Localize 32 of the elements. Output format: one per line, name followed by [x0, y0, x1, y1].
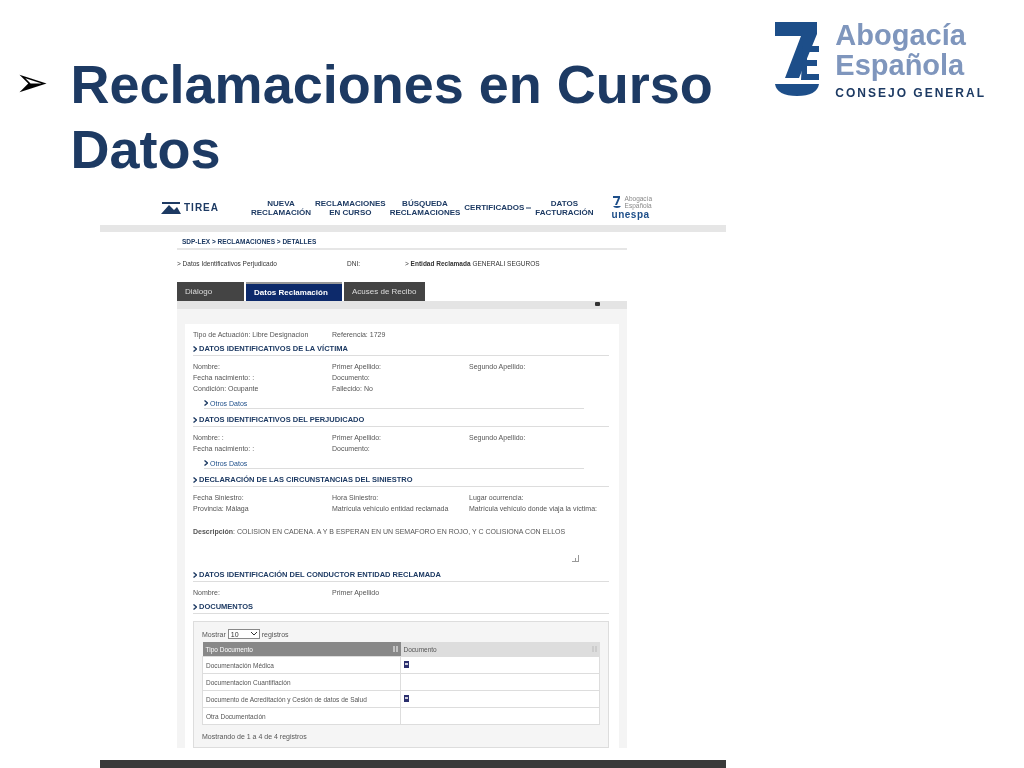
brand-name: TIREA [184, 202, 219, 213]
slide-title: Datos [70, 118, 222, 181]
mountain-icon [160, 200, 182, 215]
logo-icon [773, 20, 822, 98]
slide-title: Reclamaciones en Curso [70, 53, 713, 116]
nav-item[interactable]: DATOS FACTURACIÓN [535, 198, 594, 217]
chevron-icon [193, 345, 197, 352]
document-icon[interactable] [404, 695, 409, 702]
nav-item[interactable]: NUEVA RECLAMACIÓN [251, 198, 311, 217]
chevron-icon [193, 416, 197, 423]
chevron-icon [193, 603, 197, 610]
partner-name: unespa [611, 209, 650, 220]
tab[interactable]: Diálogo [177, 282, 244, 301]
logo-text: Abogacía [835, 20, 967, 50]
tab[interactable]: Acuses de Recibo [344, 282, 425, 301]
sort-icon [392, 646, 398, 652]
nav-item[interactable]: BÚSQUEDA RECLAMACIONES [389, 198, 461, 217]
chevron-down-icon [250, 632, 257, 636]
bullet-arrow: ➢ [15, 58, 49, 107]
logo-text: Española [835, 50, 965, 80]
chevron-icon [204, 400, 208, 406]
window-icon[interactable] [595, 301, 600, 307]
document-icon[interactable] [404, 661, 409, 668]
resize-handle-icon[interactable] [572, 555, 579, 562]
chevron-icon [193, 571, 197, 578]
nav-item[interactable]: RECLAMACIONES EN CURSO [315, 198, 386, 217]
nav-item[interactable]: CERTIFICADOS [464, 203, 532, 212]
logo-icon [611, 195, 622, 209]
chevron-icon [204, 460, 208, 466]
tab[interactable]: Datos Reclamación [246, 282, 342, 301]
logo-subtitle: CONSEJO GENERAL [835, 86, 986, 100]
chevron-icon [193, 476, 197, 483]
